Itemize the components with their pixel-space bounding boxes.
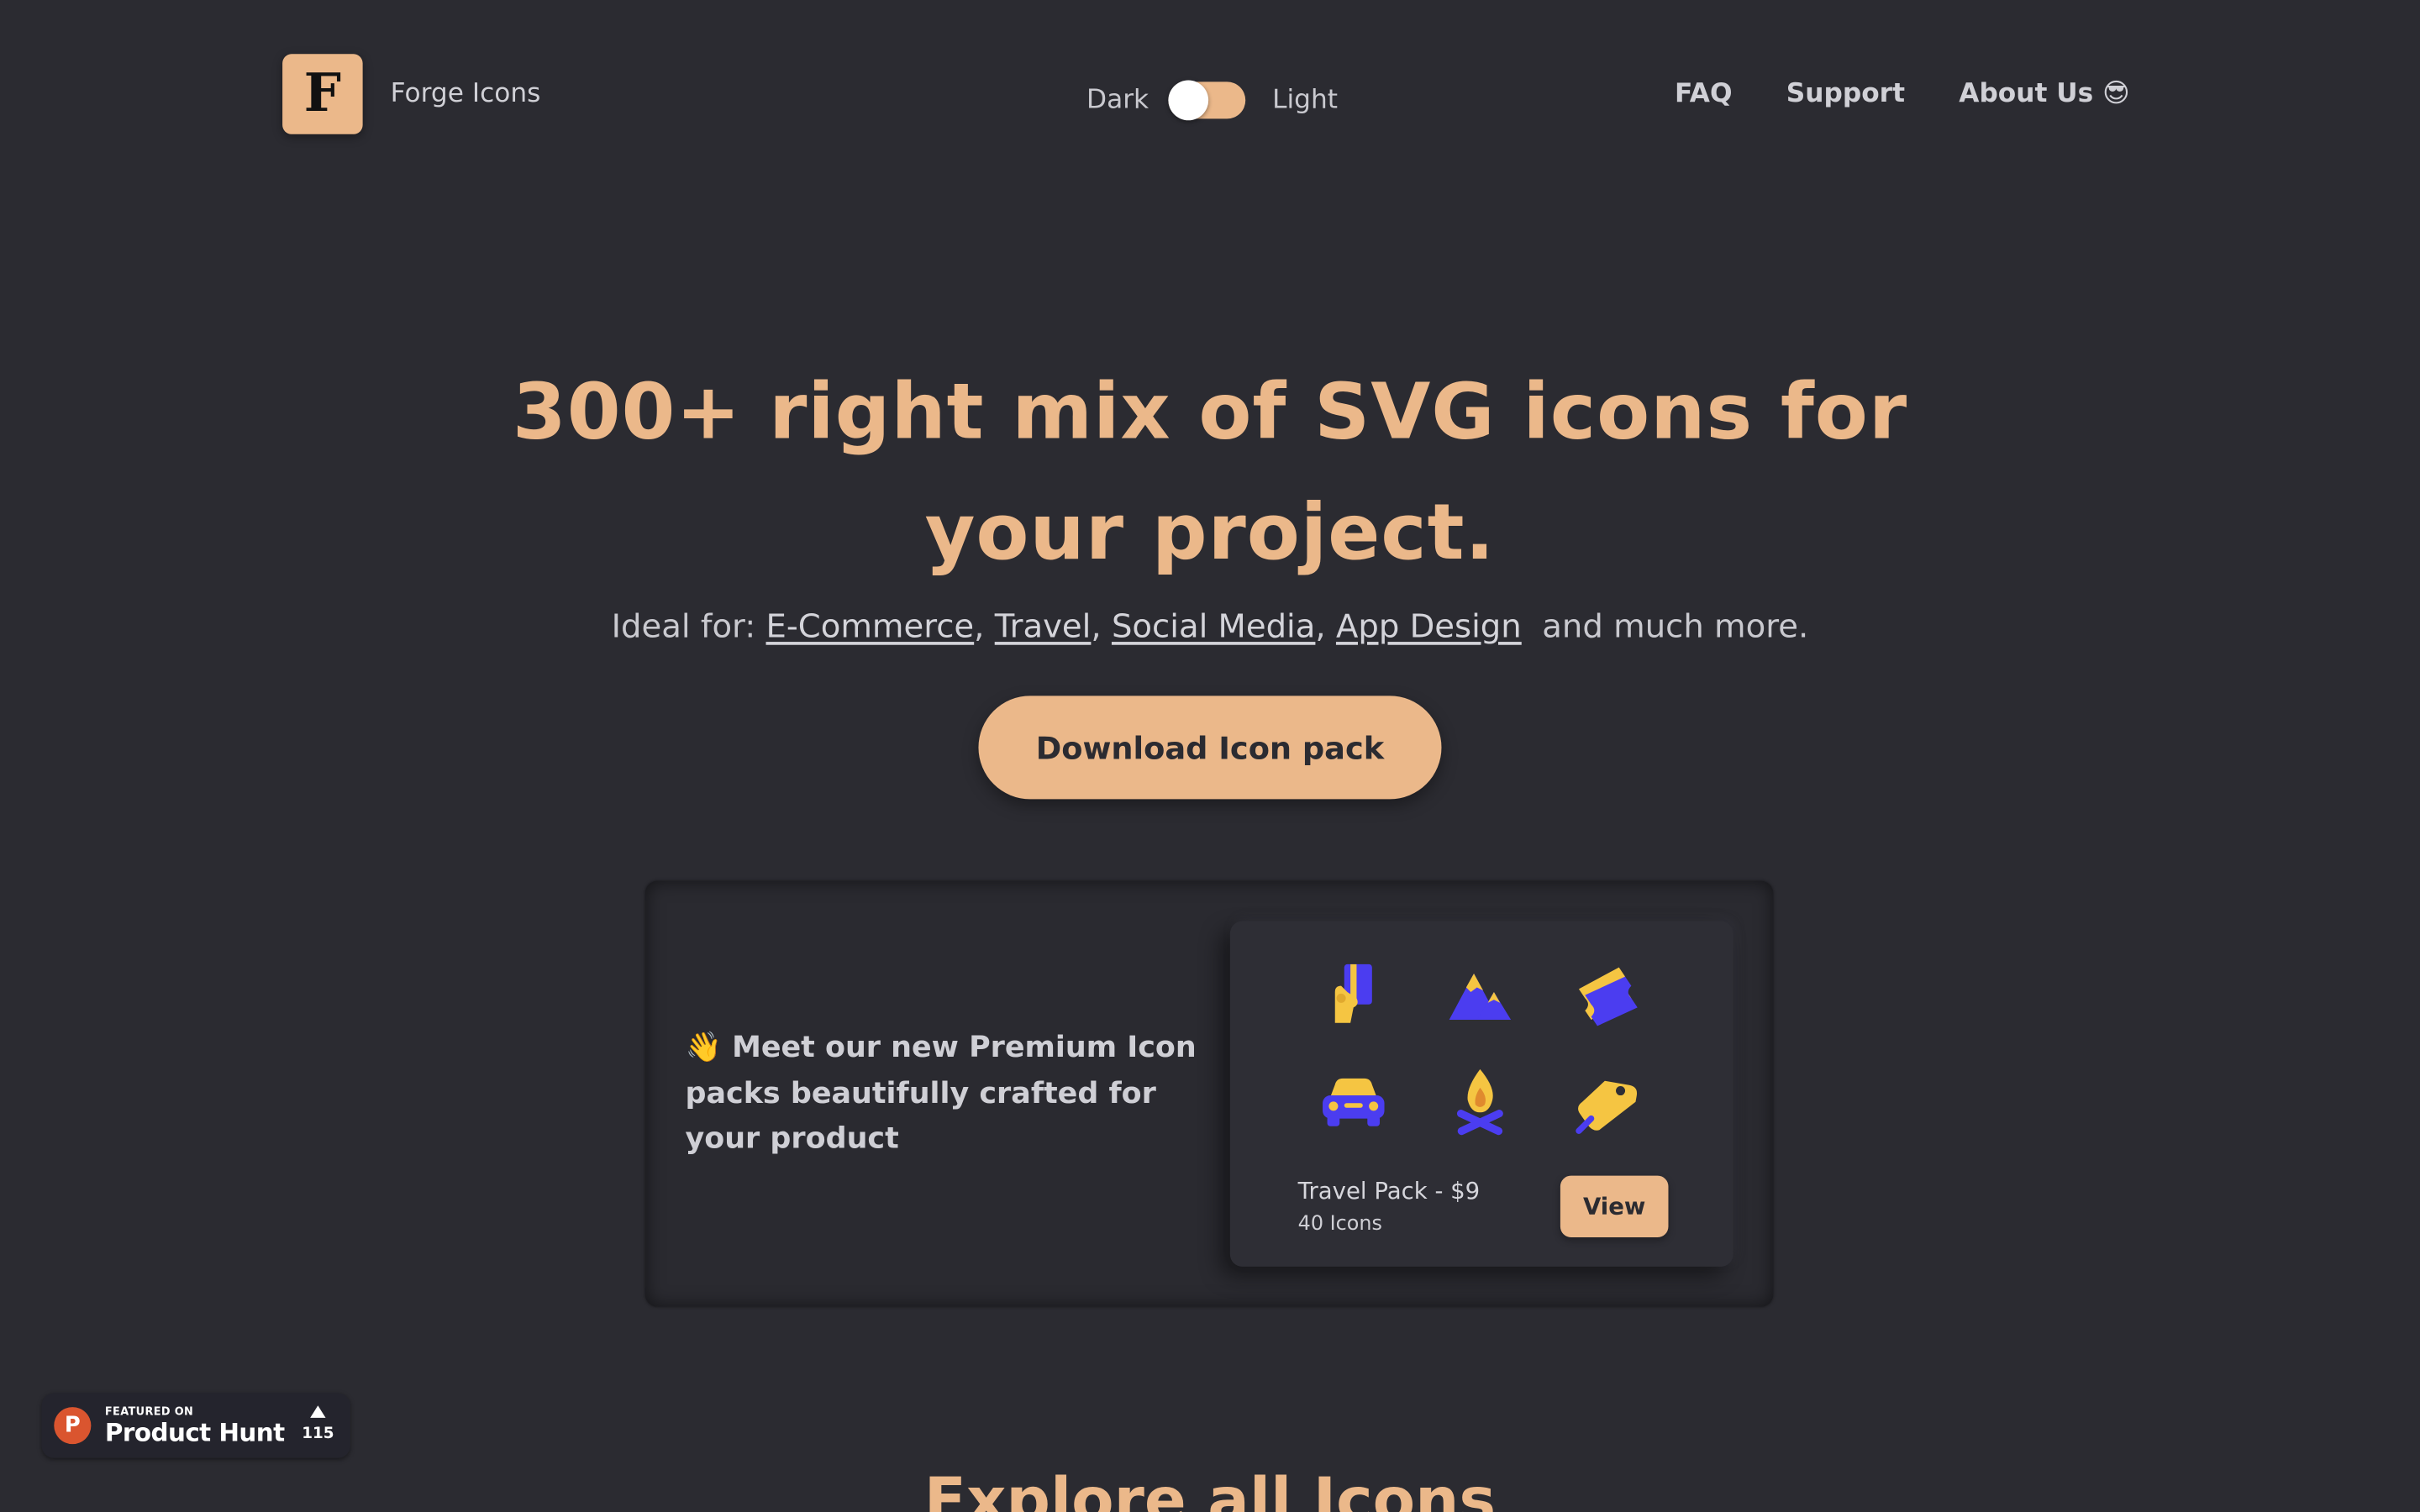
premium-promo-card: 👋 Meet our new Premium Icon packs beauti… <box>644 880 1774 1307</box>
top-nav: FAQ Support About Us 😎 <box>1675 79 2130 110</box>
nav-support-link[interactable]: Support <box>1786 79 1905 110</box>
upvote-arrow-icon <box>310 1405 326 1418</box>
explore-heading: Explore all Icons <box>923 1465 1497 1512</box>
theme-switch[interactable] <box>1169 80 1246 121</box>
category-link-social-media[interactable]: Social Media <box>1112 608 1315 645</box>
category-link-ecommerce[interactable]: E-Commerce <box>766 608 975 645</box>
product-hunt-vote-count: 115 <box>302 1425 334 1443</box>
product-hunt-logo-icon: P <box>54 1407 92 1445</box>
product-hunt-badge[interactable]: P FEATURED ON Product Hunt 115 <box>41 1393 350 1458</box>
campfire-icon <box>1456 1068 1503 1136</box>
product-hunt-featured-label: FEATURED ON <box>104 1405 194 1418</box>
pack-title: Travel Pack - $9 <box>1297 1177 1481 1205</box>
ideal-prefix: Ideal for: <box>611 607 756 645</box>
pack-icon-grid <box>1317 955 1656 1137</box>
brand-name[interactable]: Forge Icons <box>391 79 541 110</box>
theme-dark-label: Dark <box>1086 85 1150 116</box>
hero-title: 300+ right mix of SVG icons for your pro… <box>512 367 1908 577</box>
theme-light-label: Light <box>1272 85 1339 116</box>
ticket-icon <box>1578 967 1638 1026</box>
pack-icon-count: 40 Icons <box>1297 1212 1382 1236</box>
theme-switch-knob <box>1169 80 1209 121</box>
download-icon-pack-button[interactable]: Download Icon pack <box>978 696 1442 800</box>
promo-text: 👋 Meet our new Premium Icon packs beauti… <box>685 1030 1197 1156</box>
view-pack-button[interactable]: View <box>1560 1175 1669 1238</box>
page: F Forge Icons Dark Light FAQ Support Abo… <box>0 0 2420 1512</box>
category-link-app-design[interactable]: App Design <box>1336 608 1522 645</box>
ideal-for-line: Ideal for: E-Commerce, Travel, Social Me… <box>611 607 1809 645</box>
card-in-hand-icon <box>1334 963 1372 1023</box>
theme-toggle: Dark Light <box>1086 80 1339 121</box>
mountain-icon <box>1449 973 1512 1021</box>
product-hunt-name: Product Hunt <box>104 1417 285 1447</box>
travel-pack-card: Travel Pack - $9 40 Icons View <box>1229 921 1733 1267</box>
logo-letter: F <box>303 63 342 125</box>
ideal-suffix: and much more. <box>1542 607 1809 645</box>
nav-faq-link[interactable]: FAQ <box>1675 79 1732 110</box>
nav-about-link[interactable]: About Us 😎 <box>1959 79 2129 110</box>
logo[interactable]: F <box>282 54 363 134</box>
car-icon <box>1323 1078 1385 1126</box>
luggage-tag-icon <box>1576 1080 1638 1134</box>
category-link-travel[interactable]: Travel <box>995 608 1092 645</box>
